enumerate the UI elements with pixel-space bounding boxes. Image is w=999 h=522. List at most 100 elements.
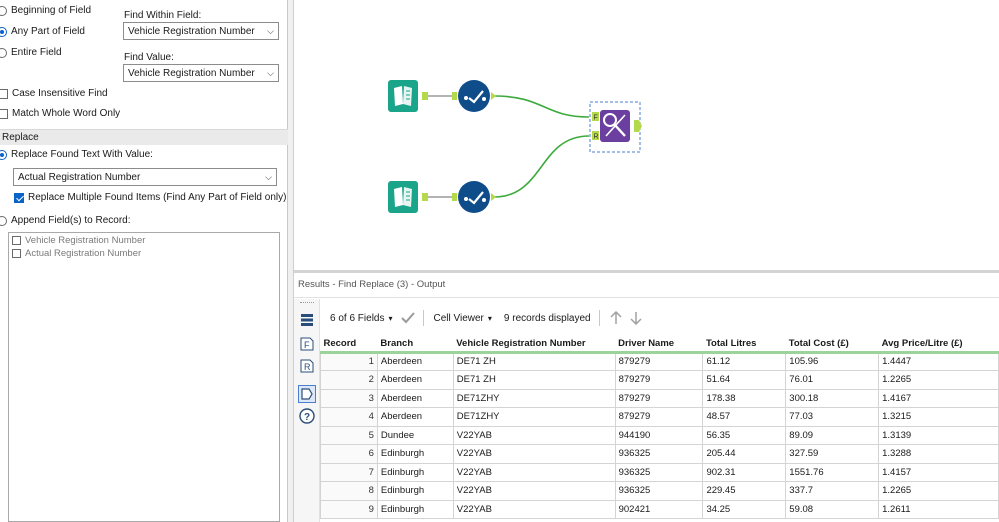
table-cell[interactable]: 229.45	[702, 481, 787, 501]
scroll-down-arrow-icon[interactable]	[630, 311, 642, 325]
table-row[interactable]: 2 Aberdeen DE71 ZH 879279 51.64 76.01 1.2265	[320, 370, 999, 390]
table-cell[interactable]: Aberdeen	[376, 352, 454, 371]
radio-indicator[interactable]	[0, 26, 7, 37]
table-cell[interactable]: 1.3215	[878, 407, 999, 427]
table-row[interactable]: 4 Aberdeen DE71ZHY 879279 48.57 77.03 1.3215	[320, 407, 999, 427]
table-cell[interactable]: 879279	[614, 352, 704, 371]
radio-any-part-of-field[interactable]: Any Part of Field	[0, 26, 85, 37]
table-cell[interactable]: 300.18	[785, 389, 880, 408]
radio-indicator[interactable]	[0, 5, 7, 16]
radio-entire-field[interactable]: Entire Field	[0, 47, 62, 58]
table-cell[interactable]: Aberdeen	[376, 407, 454, 427]
metadata-f-icon[interactable]: F	[298, 335, 316, 353]
case-insensitive-checkbox[interactable]: Case Insensitive Find	[0, 88, 108, 99]
input-data-tool-icon[interactable]	[388, 80, 428, 112]
cell-viewer-dropdown[interactable]: Cell Viewer ▾	[434, 313, 492, 324]
table-cell[interactable]: 936325	[614, 463, 704, 482]
table-cell[interactable]: 61.12	[702, 352, 787, 371]
scroll-up-arrow-icon[interactable]	[610, 311, 622, 325]
table-cell[interactable]: 327.59	[785, 444, 880, 464]
radio-indicator[interactable]	[0, 215, 7, 226]
table-cell[interactable]: 1.3288	[878, 444, 999, 464]
table-row[interactable]: 3 Aberdeen DE71ZHY 879279 178.38 300.18 1.4167	[320, 389, 999, 408]
record-number-cell[interactable]: 6	[320, 444, 378, 464]
find-value-select[interactable]: Vehicle Registration Number ⌵	[123, 64, 279, 82]
radio-replace-found-text[interactable]: Replace Found Text With Value:	[0, 149, 153, 160]
table-cell[interactable]: Aberdeen	[376, 370, 454, 390]
radio-indicator[interactable]	[0, 47, 7, 58]
workflow-canvas[interactable]: F R	[294, 0, 999, 270]
table-cell[interactable]: 879279	[614, 407, 704, 427]
find-within-select[interactable]: Vehicle Registration Number ⌵	[123, 22, 279, 40]
table-cell[interactable]: 178.38	[702, 389, 787, 408]
table-cell[interactable]: 879279	[614, 370, 704, 390]
checkbox-indicator[interactable]	[14, 192, 24, 203]
table-view-icon[interactable]	[298, 311, 316, 329]
table-cell[interactable]: 1.2265	[878, 481, 999, 501]
table-cell[interactable]: Edinburgh	[376, 463, 454, 482]
table-cell[interactable]: 1.2611	[878, 500, 999, 519]
table-cell[interactable]: V22YAB	[452, 463, 616, 482]
table-row[interactable]: 5 Dundee V22YAB 944190 56.35 89.09 1.3139	[320, 426, 999, 445]
table-cell[interactable]: 56.35	[702, 426, 787, 445]
checkbox-indicator[interactable]	[12, 235, 21, 245]
checkbox-indicator[interactable]	[0, 88, 8, 99]
record-number-cell[interactable]: 2	[320, 370, 378, 390]
table-cell[interactable]: Dundee	[376, 426, 454, 445]
table-cell[interactable]: DE71ZHY	[452, 407, 616, 427]
table-cell[interactable]: 337.7	[785, 481, 880, 501]
record-number-cell[interactable]: 7	[320, 463, 378, 482]
fields-dropdown[interactable]: 6 of 6 Fields ▾	[330, 313, 393, 324]
replace-multiple-checkbox[interactable]: Replace Multiple Found Items (Find Any P…	[14, 192, 286, 203]
table-row[interactable]: 6 Edinburgh V22YAB 936325 205.44 327.59 1.3288	[320, 444, 999, 464]
column-header[interactable]: Driver Name	[615, 337, 703, 354]
record-number-cell[interactable]: 8	[320, 481, 378, 501]
radio-indicator[interactable]	[0, 149, 7, 160]
column-header[interactable]: Total Litres	[702, 337, 786, 354]
find-replace-tool-icon[interactable]: F R	[589, 101, 642, 153]
table-cell[interactable]: 1.2265	[878, 370, 999, 390]
table-cell[interactable]: 77.03	[785, 407, 880, 427]
select-tool-icon[interactable]	[452, 80, 496, 112]
table-cell[interactable]: V22YAB	[452, 444, 616, 464]
append-fields-list[interactable]: Vehicle Registration Number Actual Regis…	[8, 232, 280, 522]
metadata-r-icon[interactable]: R	[298, 357, 316, 375]
table-cell[interactable]: 1.3139	[878, 426, 999, 445]
table-cell[interactable]: 1.4167	[878, 389, 999, 408]
column-header[interactable]: Record	[320, 337, 378, 354]
table-row[interactable]: 7 Edinburgh V22YAB 936325 902.31 1551.76 1.415…	[320, 463, 999, 482]
table-cell[interactable]: 48.57	[702, 407, 787, 427]
table-cell[interactable]: 936325	[614, 444, 704, 464]
list-item[interactable]: Actual Registration Number	[9, 247, 279, 259]
table-row[interactable]: 9 Edinburgh V22YAB 902421 34.25 59.08 1.2611	[320, 500, 999, 519]
help-icon[interactable]: ?	[298, 407, 316, 425]
input-data-tool-icon[interactable]	[388, 181, 428, 213]
table-cell[interactable]: 902421	[614, 500, 704, 519]
table-cell[interactable]: 936325	[614, 481, 704, 501]
list-item[interactable]: Vehicle Registration Number	[9, 234, 279, 246]
radio-append-fields[interactable]: Append Field(s) to Record:	[0, 215, 131, 226]
radio-beginning-of-field[interactable]: Beginning of Field	[0, 5, 91, 16]
table-cell[interactable]: V22YAB	[452, 500, 616, 519]
table-row[interactable]: 1 Aberdeen DE71 ZH 879279 61.12 105.96 1.4447	[320, 352, 999, 371]
column-header[interactable]: Avg Price/Litre (£)	[878, 337, 999, 354]
table-cell[interactable]: 34.25	[702, 500, 787, 519]
table-cell[interactable]: 879279	[614, 389, 704, 408]
match-whole-word-checkbox[interactable]: Match Whole Word Only	[0, 108, 120, 119]
table-cell[interactable]: V22YAB	[452, 426, 616, 445]
table-cell[interactable]: 105.96	[785, 352, 880, 371]
table-cell[interactable]: Aberdeen	[376, 389, 454, 408]
grip-handle[interactable]	[300, 302, 314, 304]
output-anchor-icon[interactable]	[298, 385, 316, 403]
table-row[interactable]: 8 Edinburgh V22YAB 936325 229.45 337.7 1.2265	[320, 481, 999, 501]
table-cell[interactable]: 1.4157	[878, 463, 999, 482]
table-cell[interactable]: Edinburgh	[376, 500, 454, 519]
table-cell[interactable]: 205.44	[702, 444, 787, 464]
table-cell[interactable]: 902.31	[702, 463, 787, 482]
table-cell[interactable]: DE71ZHY	[452, 389, 616, 408]
table-cell[interactable]: V22YAB	[452, 481, 616, 501]
record-number-cell[interactable]: 9	[320, 500, 378, 519]
record-number-cell[interactable]: 4	[320, 407, 378, 427]
table-cell[interactable]: 1551.76	[785, 463, 880, 482]
table-cell[interactable]: 944190	[614, 426, 704, 445]
